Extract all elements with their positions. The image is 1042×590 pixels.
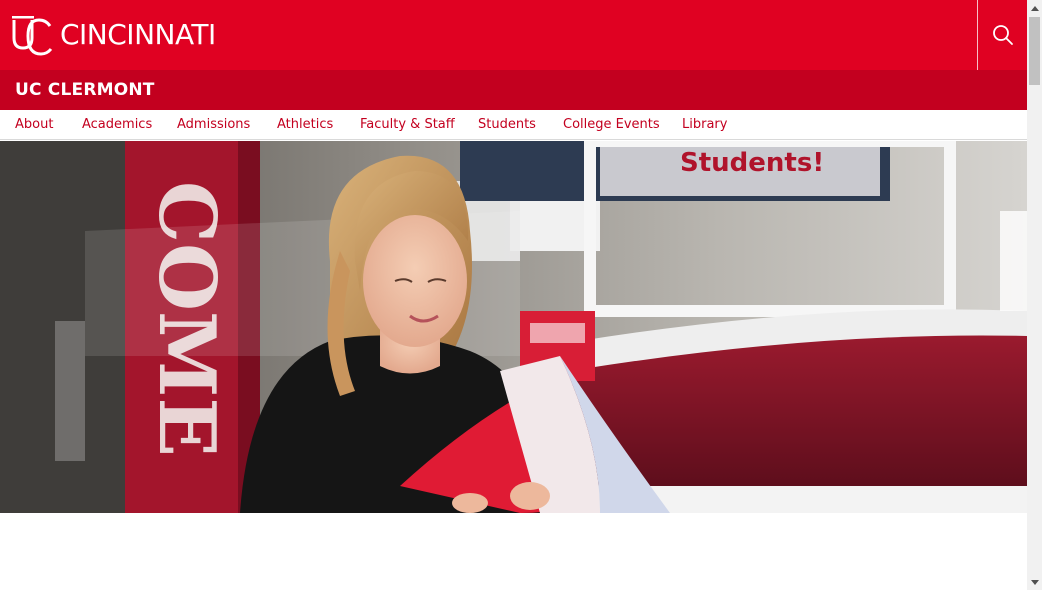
vertical-scrollbar[interactable] [1027,0,1042,590]
nav-item-faculty-staff[interactable]: Faculty & Staff [360,110,455,139]
nav-item-athletics[interactable]: Athletics [277,110,333,139]
nav-item-admissions[interactable]: Admissions [177,110,250,139]
student-reading-photo: COME Students! [0,141,1027,513]
logo-text: CINCINNATI [60,18,216,51]
search-icon [992,25,1013,45]
brand-header: CINCINNATI [0,0,1027,70]
uc-logo-link[interactable]: CINCINNATI [10,14,216,56]
hero-image: COME Students! [0,141,1027,513]
scroll-down-button[interactable] [1027,575,1042,590]
screen-text: Students! [680,148,824,178]
main-nav: About Academics Admissions Athletics Fac… [0,110,1027,140]
college-title[interactable]: UC CLERMONT [15,70,155,110]
nav-item-library[interactable]: Library [682,110,727,139]
nav-item-students[interactable]: Students [478,110,536,139]
scroll-up-icon [1030,5,1039,11]
page: CINCINNATI UC CLERMONT About Academics A… [0,0,1027,590]
search-button[interactable] [978,0,1027,70]
college-bar: UC CLERMONT [0,70,1027,110]
uc-logo-icon [12,16,53,56]
scroll-down-icon [1030,579,1039,585]
scroll-thumb[interactable] [1029,17,1040,85]
nav-item-academics[interactable]: Academics [82,110,152,139]
nav-item-college-events[interactable]: College Events [563,110,660,139]
nav-item-about[interactable]: About [15,110,53,139]
scroll-up-button[interactable] [1027,0,1042,15]
